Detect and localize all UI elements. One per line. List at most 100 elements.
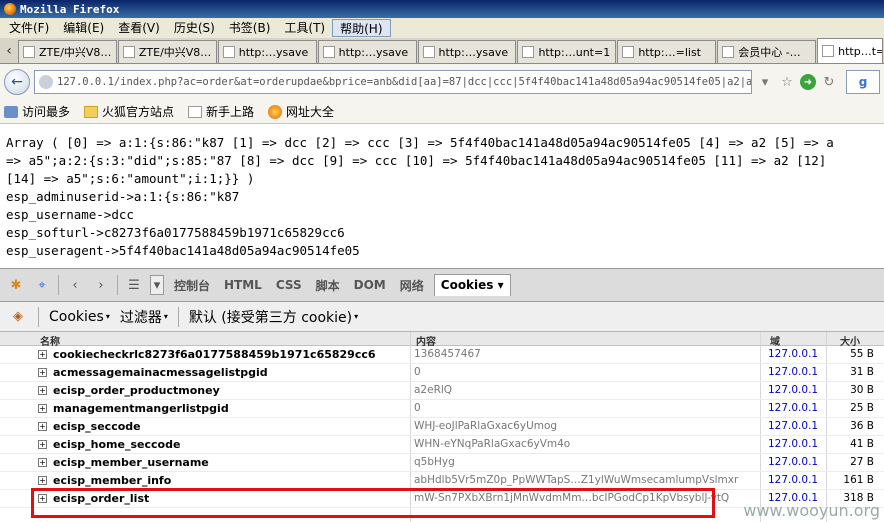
tab-strip: ‹ ZTE/中兴V8… ZTE/中兴V8… http:…ysave http:…… [0, 38, 884, 64]
chevron-down-icon: ▾ [105, 312, 110, 321]
browser-tab[interactable]: http:…=list [617, 40, 717, 63]
page-icon [322, 46, 335, 58]
table-row[interactable]: + managementmangerlistpgid 0 127.0.0.1 25 B [0, 400, 884, 418]
tab-script[interactable]: 脚本 [312, 277, 344, 294]
watermark: www.wooyun.org [743, 501, 880, 520]
page-icon [188, 105, 203, 118]
back-icon[interactable]: ‹ [65, 275, 85, 295]
back-arrow-icon: ← [11, 74, 23, 90]
output-line: esp_useragent->5f4f40bac141a48d05a94ac90… [6, 243, 360, 258]
expand-icon[interactable]: + [38, 350, 47, 359]
dropdown-icon[interactable]: ▾ [150, 275, 164, 295]
expand-icon[interactable]: + [38, 386, 47, 395]
tab-cookies[interactable]: Cookies ▾ [433, 274, 511, 296]
tab-dom[interactable]: DOM [350, 278, 390, 292]
go-arrow-icon[interactable]: ➜ [800, 74, 816, 90]
chevron-down-icon: ▾ [354, 312, 359, 321]
bookmark-firefox-official[interactable]: 火狐官方站点 [84, 103, 174, 120]
browser-tab-active[interactable]: http…t= [817, 38, 884, 63]
output-line: esp_adminuserid->a:1:{s:86:"k87 [6, 189, 240, 204]
navigation-bar: ← 127.0.0.1/index.php?ac=order&at=orderu… [0, 64, 884, 100]
search-engine-button[interactable]: g [846, 70, 880, 94]
table-row[interactable]: + cookiecheckrlc8273f6a0177588459b1971c65… [0, 346, 884, 364]
table-row[interactable]: + ecisp_seccode WHJ-eoJlPaRlaGxac6yUmog 127… [0, 418, 884, 436]
page-icon [122, 46, 135, 58]
highlight-box [31, 488, 715, 518]
expand-icon[interactable]: + [38, 368, 47, 377]
toolbar-divider [58, 275, 59, 295]
cookies-toolbar: ◈ Cookies ▾ 过滤器 ▾ 默认 (接受第三方 cookie) ▾ [0, 302, 884, 332]
menu-tools[interactable]: 工具(T) [277, 19, 332, 37]
menu-bookmarks[interactable]: 书签(B) [222, 19, 278, 37]
most-visited-icon [4, 105, 18, 118]
firefox-globe-icon [268, 104, 283, 119]
browser-tab[interactable]: http:…ysave [317, 40, 417, 63]
tab-net[interactable]: 网络 [396, 277, 428, 294]
page-content: Array ( [0] => a:1:{s:86:"k87 [1] => dcc… [0, 128, 884, 268]
page-icon [622, 46, 635, 58]
table-row[interactable]: + ecisp_member_username q5bHyg 127.0.0.1 27 … [0, 454, 884, 472]
cookie-icon[interactable]: ◈ [8, 307, 28, 327]
firebug-toolbar: ✱ ⌖ ‹ › ☰ ▾ 控制台 HTML CSS 脚本 DOM 网络 Cooki… [0, 268, 884, 302]
page-icon [822, 45, 835, 57]
expand-icon[interactable]: + [38, 404, 47, 413]
tab-console[interactable]: 控制台 [170, 277, 214, 294]
inspect-icon[interactable]: ⌖ [32, 275, 52, 295]
expand-icon[interactable]: + [38, 440, 47, 449]
bookmark-getting-started[interactable]: 新手上路 [188, 103, 254, 120]
firebug-bug-icon[interactable]: ✱ [6, 275, 26, 295]
menu-edit[interactable]: 编辑(E) [56, 19, 111, 37]
expand-icon[interactable]: + [38, 458, 47, 467]
expand-icon[interactable]: + [38, 476, 47, 485]
menu-file[interactable]: 文件(F) [2, 19, 56, 37]
bookmarks-toolbar: 访问最多 火狐官方站点 新手上路 网址大全 [0, 100, 884, 124]
reload-icon[interactable]: ↻ [820, 73, 838, 91]
output-line: Array ( [0] => a:1:{s:86:"k87 [1] => dcc… [6, 135, 834, 150]
menu-help[interactable]: 帮助(H) [332, 19, 391, 37]
browser-tab[interactable]: 会员中心 -… [717, 40, 817, 63]
folder-icon [84, 105, 99, 118]
cookies-table-header: 名称 内容 域 大小 [0, 332, 884, 348]
tab-html[interactable]: HTML [220, 278, 266, 292]
address-bar[interactable]: 127.0.0.1/index.php?ac=order&at=orderupd… [34, 70, 752, 94]
browser-tab[interactable]: http:…ysave [217, 40, 317, 63]
browser-tab[interactable]: http:…unt=1 [517, 40, 617, 63]
title-bar: Mozilla Firefox [0, 0, 884, 18]
toolbar-divider [117, 275, 118, 295]
url-text: 127.0.0.1/index.php?ac=order&at=orderupd… [57, 76, 751, 88]
output-line: => a5";a:2:{s:3:"did";s:85:"87 [8] => dc… [6, 153, 827, 168]
browser-tab[interactable]: http:…ysave [417, 40, 517, 63]
bookmark-most-visited[interactable]: 访问最多 [4, 103, 70, 120]
menu-bar: 文件(F) 编辑(E) 查看(V) 历史(S) 书签(B) 工具(T) 帮助(H… [0, 18, 884, 38]
menu-lines-icon[interactable]: ☰ [124, 275, 144, 295]
output-line: esp_username->dcc [6, 207, 134, 222]
tab-scroll-left-icon[interactable]: ‹ [0, 39, 18, 63]
chevron-down-icon: ▾ [497, 278, 504, 292]
tab-css[interactable]: CSS [272, 278, 306, 292]
firefox-logo-icon [4, 3, 16, 15]
browser-tab[interactable]: ZTE/中兴V8… [17, 40, 117, 63]
output-line: esp_softurl->c8273f6a0177588459b1971c658… [6, 225, 345, 240]
filter-menu[interactable]: 过滤器 ▾ [120, 307, 168, 327]
table-row[interactable]: + ecisp_home_seccode WHN-eYNqPaRlaGxac6yVm… [0, 436, 884, 454]
toolbar-divider [38, 306, 39, 327]
page-icon [422, 46, 435, 58]
output-line: [14] => a5";s:6:"amount";i:1;}} ) [6, 171, 255, 186]
forward-icon[interactable]: › [91, 275, 111, 295]
bookmark-url-directory[interactable]: 网址大全 [268, 103, 334, 120]
chevron-down-icon: ▾ [163, 312, 168, 321]
page-icon [22, 46, 35, 58]
expand-icon[interactable]: + [38, 422, 47, 431]
bookmark-star-icon[interactable]: ☆ [778, 73, 796, 91]
menu-view[interactable]: 查看(V) [111, 19, 167, 37]
browser-tab[interactable]: ZTE/中兴V8… [117, 40, 217, 63]
table-row[interactable]: + ecisp_order_productmoney a2eRlQ 127.0.0.1… [0, 382, 884, 400]
third-party-cookie-menu[interactable]: 默认 (接受第三方 cookie) ▾ [189, 307, 358, 327]
dropdown-icon[interactable]: ▾ [756, 73, 774, 91]
cookies-menu[interactable]: Cookies ▾ [49, 309, 110, 325]
back-button[interactable]: ← [4, 69, 30, 95]
page-icon [722, 46, 735, 58]
menu-history[interactable]: 历史(S) [167, 19, 222, 37]
page-icon [222, 46, 235, 58]
table-row[interactable]: + acmessagemainacmessagelistpgid 0 127.0.0.… [0, 364, 884, 382]
